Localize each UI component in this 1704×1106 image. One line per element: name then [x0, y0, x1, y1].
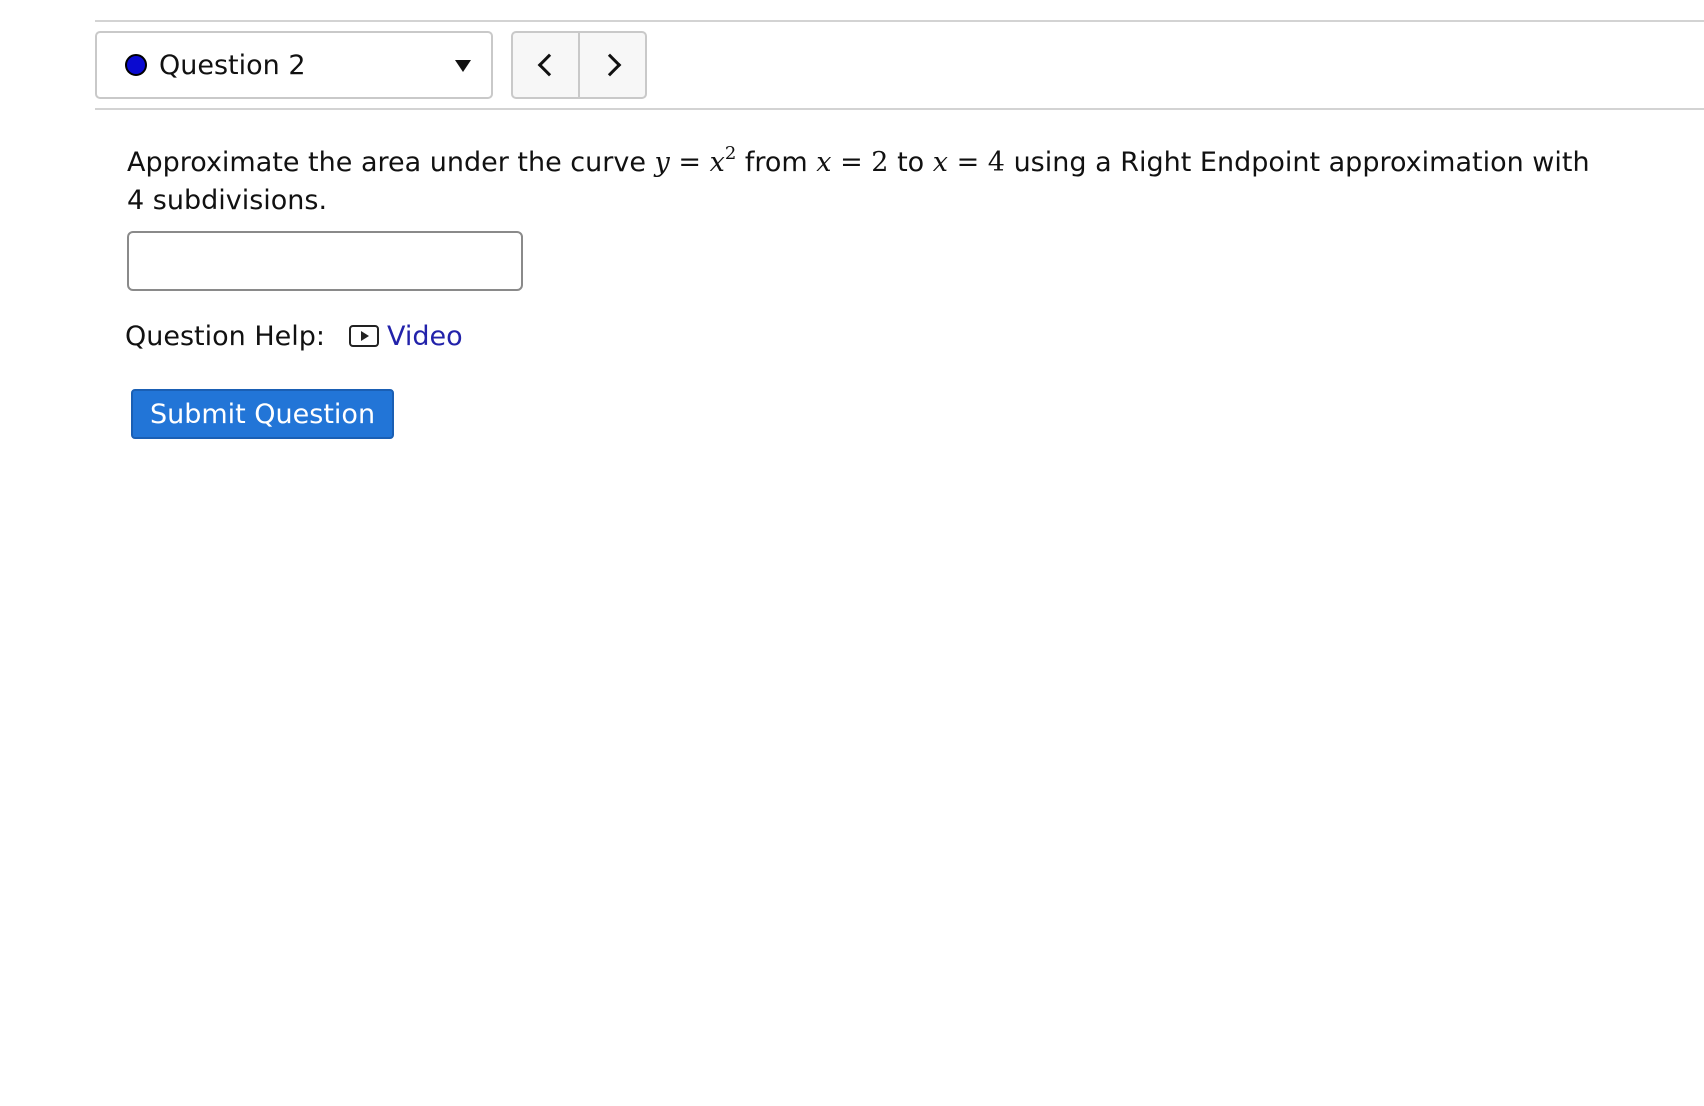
math-upper-bound: 4	[987, 147, 1005, 178]
question-help: Question Help: Video	[125, 314, 463, 358]
question-selector[interactable]: Question 2	[95, 31, 493, 99]
header-divider	[95, 108, 1704, 110]
video-play-icon	[349, 325, 379, 347]
math-exponent: 2	[724, 143, 737, 164]
chevron-left-icon	[537, 53, 560, 77]
chevron-right-icon	[598, 53, 621, 77]
top-divider	[95, 20, 1704, 22]
video-link-label: Video	[387, 320, 463, 352]
question-selector-label: Question 2	[159, 49, 306, 81]
math-var-y: y	[654, 147, 670, 178]
question-status-dot	[125, 54, 147, 76]
math-expression: x = 4	[933, 147, 1005, 178]
dropdown-caret-icon	[455, 60, 471, 72]
math-equals: =	[669, 147, 710, 178]
math-expression: x = 2	[816, 147, 888, 178]
math-var-x: x	[816, 147, 832, 178]
answer-input[interactable]	[127, 231, 523, 291]
math-var-x: x	[932, 147, 948, 178]
math-lower-bound: 2	[871, 147, 889, 178]
submit-question-button[interactable]: Submit Question	[131, 389, 394, 439]
math-equals: =	[831, 147, 872, 178]
video-help-link[interactable]: Video	[349, 321, 463, 352]
question-nav-group	[511, 31, 647, 99]
math-var-x: x	[709, 147, 725, 178]
math-equals: =	[948, 147, 988, 178]
question-help-label: Question Help:	[125, 320, 325, 352]
question-text-part: Approximate the area under the curve	[127, 147, 655, 178]
previous-question-button[interactable]	[513, 33, 578, 97]
next-question-button[interactable]	[578, 33, 645, 97]
math-expression: y = x2	[654, 145, 737, 179]
question-text-part: to	[888, 147, 933, 178]
question-text: Approximate the area under the curve y =…	[127, 144, 1607, 220]
question-text-part: from	[736, 147, 817, 178]
